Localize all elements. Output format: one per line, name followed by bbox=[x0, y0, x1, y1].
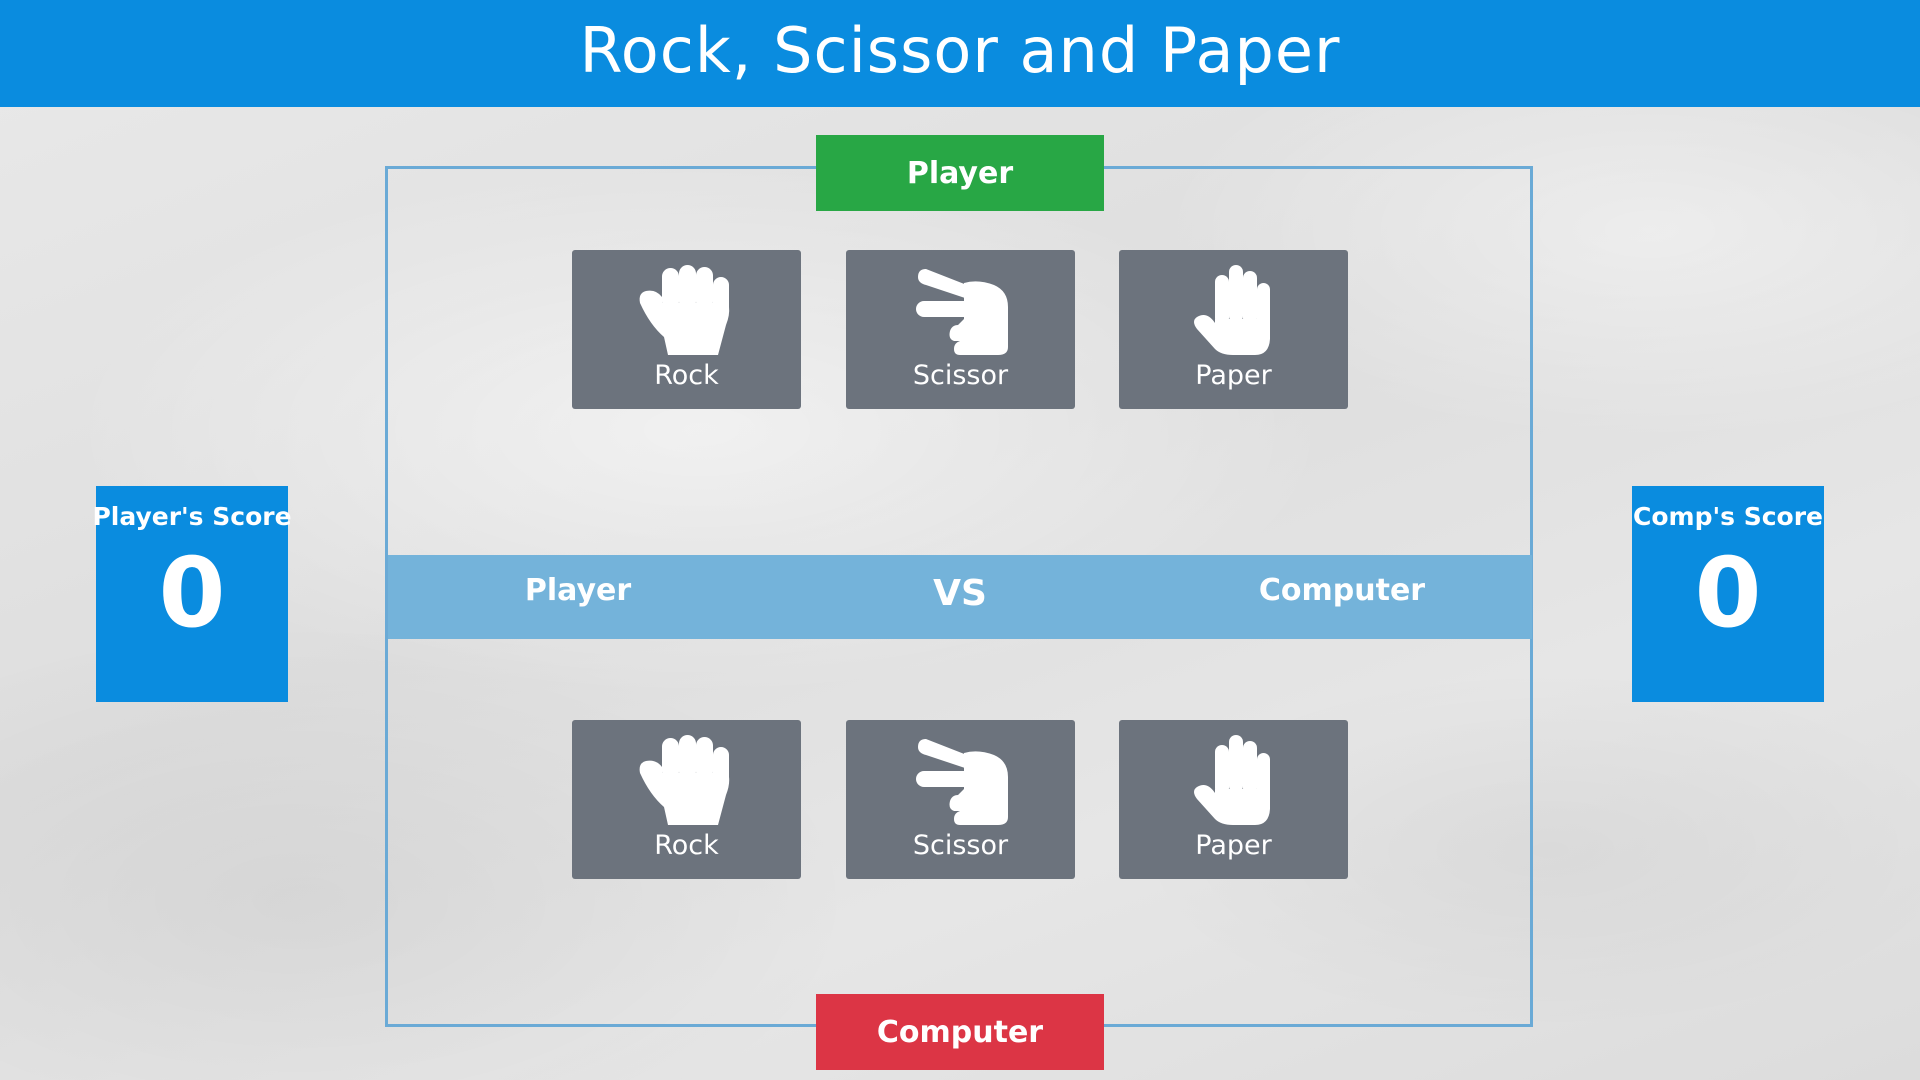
computer-score-box: Comp's Score 0 bbox=[1632, 486, 1824, 702]
paper-hand-icon bbox=[1179, 262, 1289, 358]
versus-bar: Player VS Computer bbox=[388, 555, 1532, 639]
computer-paper-button[interactable]: Paper bbox=[1119, 720, 1348, 879]
player-paper-button[interactable]: Paper bbox=[1119, 250, 1348, 409]
computer-rock-button[interactable]: Rock bbox=[572, 720, 801, 879]
rock-hand-icon bbox=[632, 262, 742, 358]
player-score-title: Player's Score bbox=[92, 502, 292, 531]
computer-rock-label: Rock bbox=[654, 830, 719, 861]
scissor-hand-icon bbox=[906, 732, 1016, 828]
computer-scissor-button[interactable]: Scissor bbox=[846, 720, 1075, 879]
player-rock-button[interactable]: Rock bbox=[572, 250, 801, 409]
computer-score-title: Comp's Score bbox=[1633, 502, 1823, 531]
player-score-box: Player's Score 0 bbox=[92, 486, 292, 702]
rock-hand-icon bbox=[632, 732, 742, 828]
computer-section-label: Computer bbox=[816, 994, 1104, 1070]
versus-computer-label: Computer bbox=[1258, 573, 1426, 608]
player-scissor-label: Scissor bbox=[912, 360, 1009, 391]
player-scissor-button[interactable]: Scissor bbox=[846, 250, 1075, 409]
header-bar: Rock, Scissor and Paper bbox=[0, 0, 1920, 107]
player-section-label: Player bbox=[816, 135, 1104, 211]
player-rock-label: Rock bbox=[654, 360, 719, 391]
player-score-value: 0 bbox=[158, 537, 226, 649]
page-title: Rock, Scissor and Paper bbox=[579, 14, 1341, 87]
versus-player-label: Player bbox=[524, 573, 632, 608]
computer-paper-label: Paper bbox=[1195, 830, 1272, 861]
paper-hand-icon bbox=[1179, 732, 1289, 828]
computer-score-value: 0 bbox=[1694, 537, 1762, 649]
scissor-hand-icon bbox=[906, 262, 1016, 358]
versus-vs-label: VS bbox=[933, 573, 987, 614]
player-paper-label: Paper bbox=[1195, 360, 1272, 391]
computer-scissor-label: Scissor bbox=[912, 830, 1009, 861]
